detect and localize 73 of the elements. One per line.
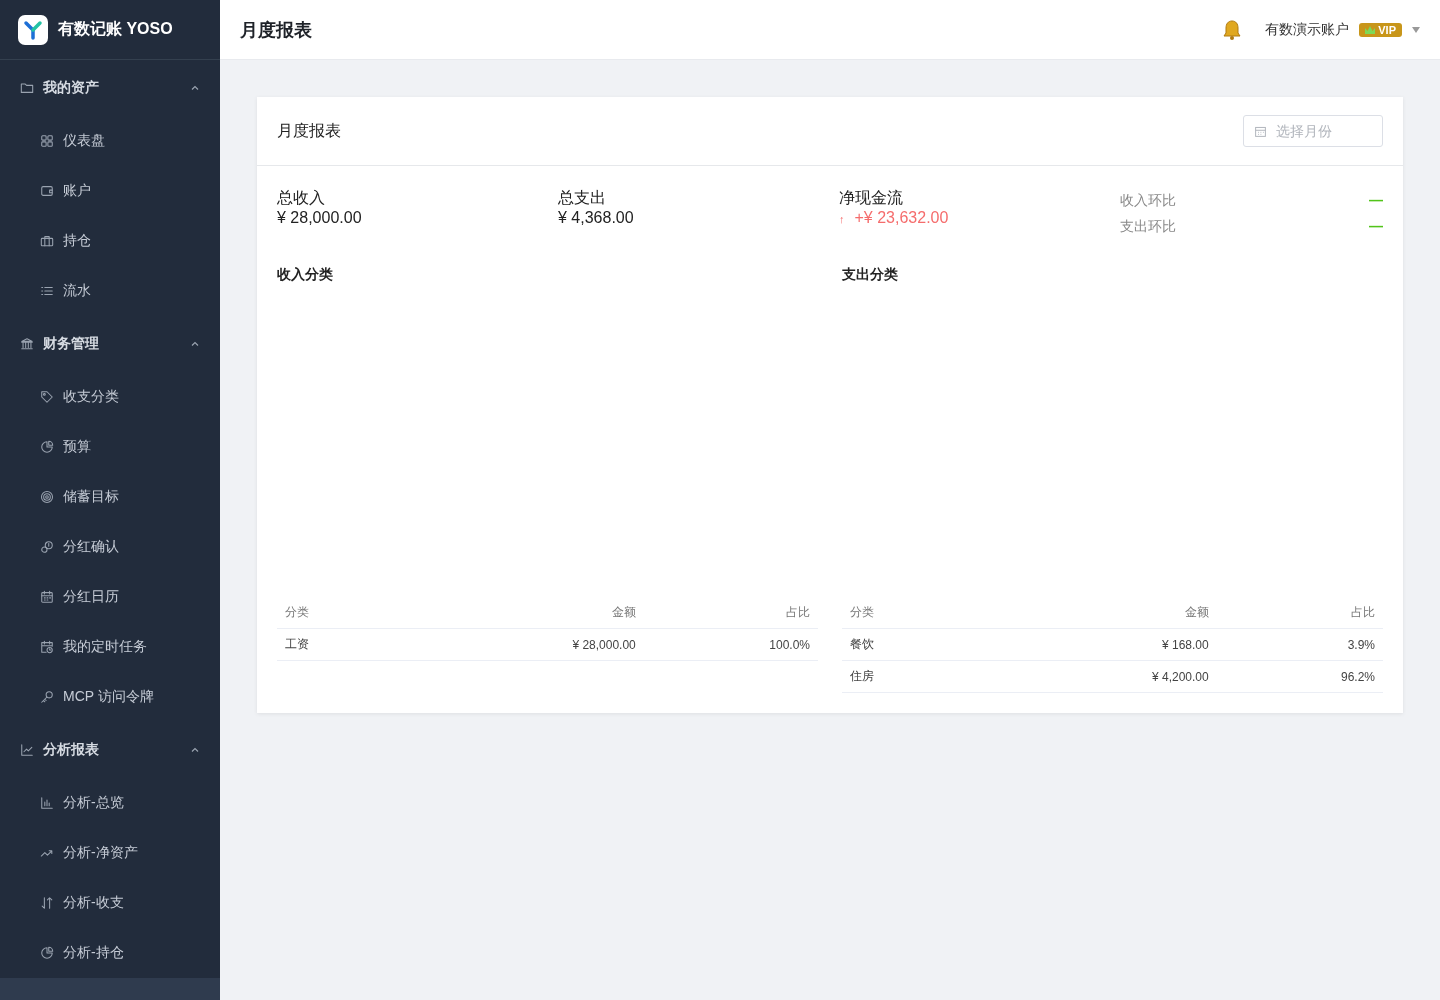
sidebar-item[interactable]: 收支分类	[0, 372, 220, 422]
table-cell: 3.9%	[1216, 628, 1383, 661]
sidebar-item[interactable]: 分红确认	[0, 522, 220, 572]
sidebar-item[interactable]: 分析-总览	[0, 778, 220, 828]
sidebar-item[interactable]: 分红日历	[0, 572, 220, 622]
table-cell: 工资	[277, 628, 400, 661]
stat-label: 总支出	[558, 188, 607, 208]
page-title: 月度报表	[240, 18, 313, 42]
sidebar-group[interactable]: 我的资产	[0, 60, 220, 116]
table-cell: 住房	[842, 660, 975, 693]
stat-value: ¥ 28,000.00	[277, 209, 362, 226]
comparison-value: —	[1369, 218, 1383, 236]
sidebar-item[interactable]: 储蓄目标	[0, 472, 220, 522]
stat-label: 净现金流	[839, 188, 904, 208]
column-header: 金额	[974, 596, 1217, 629]
card-title: 月度报表	[277, 120, 341, 141]
sidebar-item[interactable]: 预算	[0, 422, 220, 472]
stat-value: ¥ 4,368.00	[558, 209, 634, 226]
bell-icon[interactable]	[1221, 18, 1244, 41]
vip-badge: VIP	[1359, 22, 1402, 37]
table-cell: 96.2%	[1216, 660, 1383, 693]
dropdown-caret-icon[interactable]	[1412, 26, 1420, 33]
grid-icon	[40, 134, 54, 148]
pie-chart-icon	[40, 946, 54, 960]
calendar-clock-icon	[40, 640, 54, 654]
section-title: 支出分类	[842, 266, 898, 282]
sidebar-item[interactable]: 分析-净资产	[0, 828, 220, 878]
coins-icon	[40, 540, 54, 554]
line-chart-icon	[20, 743, 34, 757]
sidebar-item[interactable]: 我的定时任务	[0, 622, 220, 672]
calendar-icon	[1254, 125, 1267, 138]
tag-icon	[40, 390, 54, 404]
comparison-label: 收入环比	[1120, 192, 1176, 210]
user-name[interactable]: 有数演示账户	[1265, 20, 1350, 39]
stat-value: +¥ 23,632.00	[854, 209, 949, 226]
wallet-icon	[40, 184, 54, 198]
month-picker[interactable]: 选择月份	[1243, 115, 1383, 147]
briefcase-icon	[40, 234, 54, 248]
calendar-icon	[40, 590, 54, 604]
sidebar-item[interactable]: 账户	[0, 166, 220, 216]
column-header: 占比	[643, 596, 818, 629]
stat-label: 总收入	[277, 188, 326, 208]
app-name: 有数记账 YOSO	[58, 19, 173, 39]
pie-chart-icon	[40, 440, 54, 454]
target-icon	[40, 490, 54, 504]
comparison-label: 支出环比	[1120, 218, 1176, 236]
table-cell: ¥ 4,200.00	[974, 660, 1217, 693]
sidebar-item[interactable]: MCP 访问令牌	[0, 672, 220, 722]
sort-arrows-icon	[40, 896, 54, 910]
bar-chart-icon	[40, 796, 54, 810]
table-cell: 餐饮	[842, 628, 975, 661]
sidebar-group[interactable]: 财务管理	[0, 316, 220, 372]
table-cell: 100.0%	[643, 628, 818, 661]
bank-icon	[20, 337, 34, 351]
column-header: 分类	[842, 596, 975, 629]
section-title: 收入分类	[277, 266, 333, 282]
sidebar-item[interactable]: 分析-收支	[0, 878, 220, 928]
table-cell: ¥ 168.00	[974, 628, 1217, 661]
key-icon	[40, 690, 54, 704]
trend-arrow: ↑	[839, 213, 845, 225]
sidebar-item[interactable]: 分析-持仓	[0, 928, 220, 978]
column-header: 金额	[399, 596, 644, 629]
app-logo	[18, 14, 48, 45]
column-header: 分类	[277, 596, 400, 629]
list-icon	[40, 284, 54, 298]
column-header: 占比	[1216, 596, 1383, 629]
sidebar-item[interactable]: 仪表盘	[0, 116, 220, 166]
sidebar-item[interactable]: 流水	[0, 266, 220, 316]
sidebar-group[interactable]: 分析报表	[0, 722, 220, 778]
sidebar-item[interactable]: 持仓	[0, 216, 220, 266]
folder-icon	[20, 81, 34, 95]
table-cell: ¥ 28,000.00	[399, 628, 644, 661]
comparison-value: —	[1369, 192, 1383, 210]
